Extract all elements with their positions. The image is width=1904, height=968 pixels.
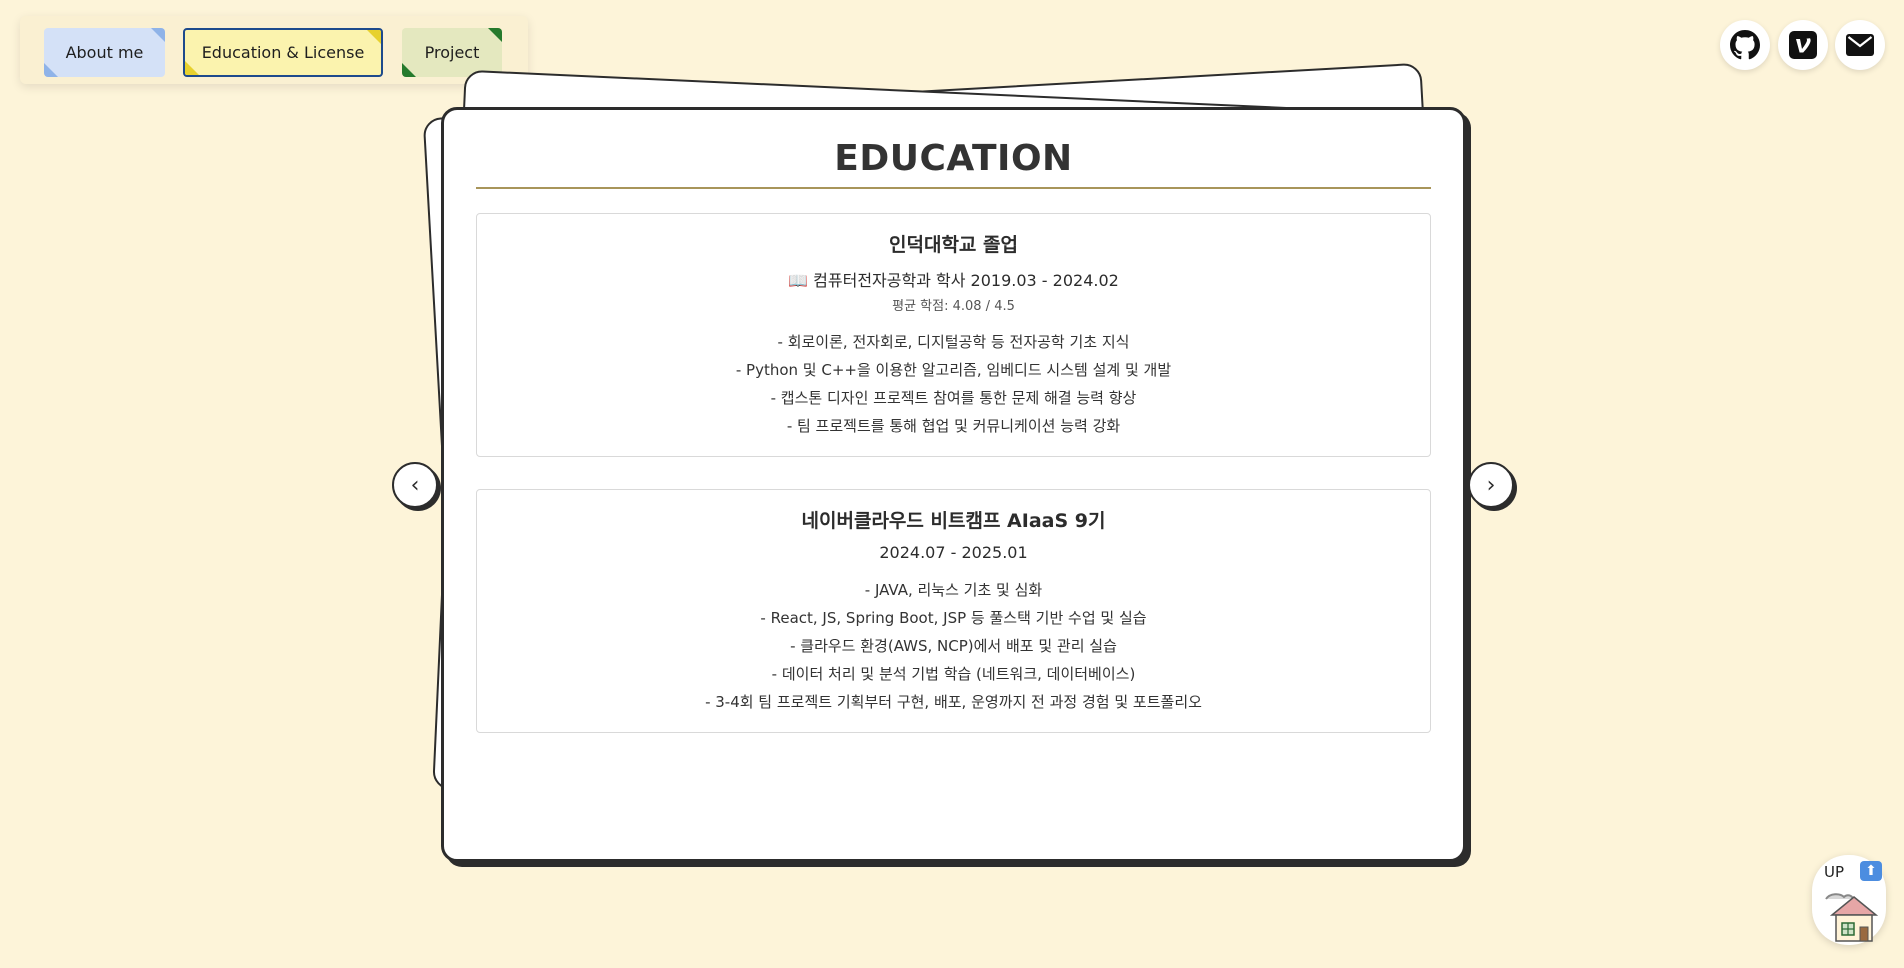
list-item: - React, JS, Spring Boot, JSP 등 풀스택 기반 수… [760,609,1147,627]
page-fold-corner [44,63,58,77]
house-icon [1825,893,1878,942]
list-item: - 회로이론, 전자회로, 디지털공학 등 전자공학 기초 지식 [777,333,1130,351]
list-item: - 클라우드 환경(AWS, NCP)에서 배포 및 관리 실습 [790,637,1117,655]
education-item-list: - 회로이론, 전자회로, 디지털공학 등 전자공학 기초 지식 - Pytho… [497,328,1410,440]
velog-link[interactable] [1778,20,1828,70]
tab-project[interactable]: Project [402,28,502,77]
chevron-left-icon: ‹ [410,472,420,498]
list-item: - JAVA, 리눅스 기초 및 심화 [864,581,1043,599]
scroll-to-top-label: UP [1824,863,1845,881]
mail-icon [1846,34,1874,56]
tab-education-license-label: Education & License [201,43,365,62]
velog-icon [1789,31,1817,59]
list-item: - Python 및 C++을 이용한 알고리즘, 임베디드 시스템 설계 및 … [735,361,1172,379]
page-fold-corner [367,30,381,44]
previous-button[interactable]: ‹ [392,462,438,508]
education-item: 인덕대학교 졸업 📖 컴퓨터전자공학과 학사 2019.03 - 2024.02… [476,213,1431,457]
tab-about-me-label: About me [65,43,144,62]
page-fold-corner [402,63,416,77]
tab-project-label: Project [424,43,480,62]
education-item-gpa: 평균 학점: 4.08 / 4.5 [892,299,1015,314]
page-fold-corner [488,28,502,42]
tab-education-license[interactable]: Education & License [183,28,383,77]
tab-bar: About me Education & License Project [20,16,528,84]
tab-about-me[interactable]: About me [44,28,165,77]
list-item: - 데이터 처리 및 분석 기법 학습 (네트워크, 데이터베이스) [771,665,1136,683]
arrow-up-icon: ⬆ [1860,861,1882,881]
next-button[interactable]: › [1468,462,1514,508]
list-item: - 팀 프로젝트를 통해 협업 및 커뮤니케이션 능력 강화 [786,417,1121,435]
list-item: - 캡스톤 디자인 프로젝트 참여를 통한 문제 해결 능력 향상 [770,389,1137,407]
list-item: - 3-4회 팀 프로젝트 기획부터 구현, 배포, 운영까지 전 과정 경험 … [705,693,1202,711]
education-item-subtitle: 2024.07 - 2025.01 [879,543,1028,562]
education-item-name: 네이버클라우드 비트캠프 AIaaS 9기 [801,510,1106,532]
github-link[interactable] [1720,20,1770,70]
page-fold-corner [185,61,199,75]
page-fold-corner [151,28,165,42]
education-item: 네이버클라우드 비트캠프 AIaaS 9기 2024.07 - 2025.01 … [476,489,1431,733]
scroll-to-top-button[interactable]: UP ⬆ [1812,855,1886,945]
github-icon [1730,30,1760,60]
education-item-list: - JAVA, 리눅스 기초 및 심화 - React, JS, Spring … [497,576,1410,716]
chevron-right-icon: › [1486,472,1496,498]
mail-link[interactable] [1835,20,1885,70]
page-title: EDUCATION [476,138,1431,189]
education-card: EDUCATION 인덕대학교 졸업 📖 컴퓨터전자공학과 학사 2019.03… [441,107,1466,862]
education-item-name: 인덕대학교 졸업 [889,234,1018,256]
education-item-subtitle: 📖 컴퓨터전자공학과 학사 2019.03 - 2024.02 [788,271,1119,290]
